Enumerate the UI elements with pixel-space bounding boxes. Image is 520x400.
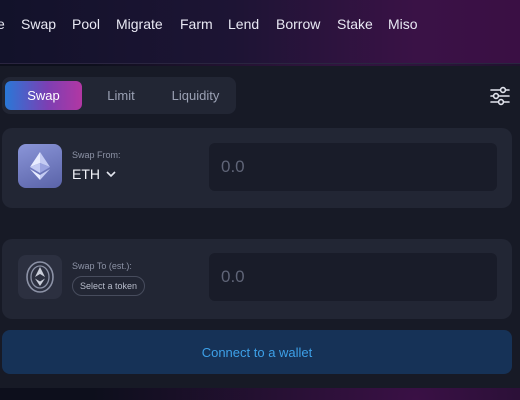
chevron-down-icon <box>106 170 116 177</box>
nav-item-borrow[interactable]: Borrow <box>276 16 320 32</box>
sliders-icon[interactable] <box>489 85 511 107</box>
tab-swap[interactable]: Swap <box>5 81 82 110</box>
tab-liquidity[interactable]: Liquidity <box>158 81 233 110</box>
swap-tabs: Swap Limit Liquidity <box>2 77 236 114</box>
swap-from-card: Swap From: ETH <box>2 128 512 208</box>
swap-from-label: Swap From: <box>72 150 121 160</box>
token-symbol: ETH <box>72 166 100 182</box>
swap-from-amount-input[interactable] <box>209 143 497 191</box>
nav-item-miso[interactable]: Miso <box>388 16 418 32</box>
nav-item-lend[interactable]: Lend <box>228 16 259 32</box>
select-token-button[interactable]: Select a token <box>72 276 146 296</box>
ethereum-outline-icon <box>18 255 62 299</box>
tab-limit[interactable]: Limit <box>86 81 156 110</box>
nav-item-pool[interactable]: Pool <box>72 16 100 32</box>
nav-item-partial[interactable]: e <box>0 16 5 32</box>
swap-to-label: Swap To (est.): <box>72 261 132 271</box>
swap-to-amount-input[interactable] <box>209 253 497 301</box>
nav-item-stake[interactable]: Stake <box>337 16 373 32</box>
ethereum-icon <box>18 144 62 188</box>
top-nav: e Swap Pool Migrate Farm Lend Borrow Sta… <box>0 0 520 64</box>
nav-item-migrate[interactable]: Migrate <box>116 16 163 32</box>
connect-wallet-button[interactable]: Connect to a wallet <box>2 330 512 374</box>
nav-item-swap[interactable]: Swap <box>21 16 56 32</box>
token-select-from[interactable]: ETH <box>72 166 116 182</box>
swap-to-card: Swap To (est.): Select a token <box>2 239 512 319</box>
nav-item-farm[interactable]: Farm <box>180 16 213 32</box>
